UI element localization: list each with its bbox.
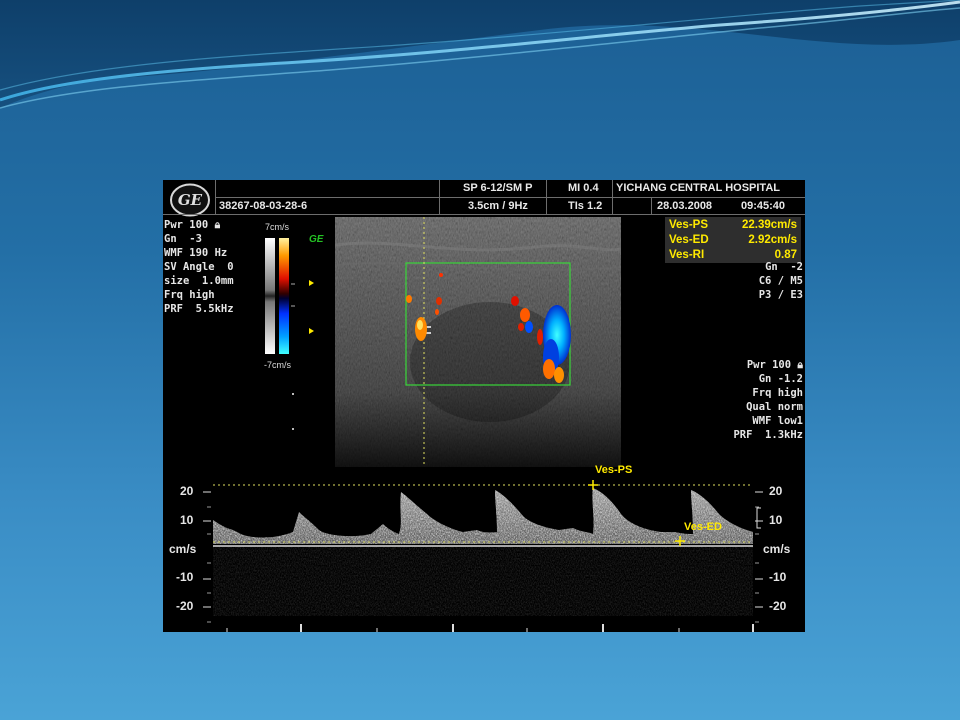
- probe-label: SP 6-12/SM P: [463, 182, 533, 194]
- ves-ps-marker-label: Ves-PS: [595, 464, 633, 476]
- ves-ps-marker: [588, 480, 598, 490]
- lock-icon: 🔒︎: [797, 359, 803, 371]
- exam-time: 09:45:40: [741, 200, 786, 212]
- left-param-size: size 1.0mm: [164, 275, 234, 287]
- left-param-sv-angle: SV Angle 0: [164, 261, 234, 273]
- spectral-doppler-trace: [203, 480, 763, 632]
- left-param-gain: Gn -3: [164, 233, 202, 245]
- right-param-gn: Gn -1.2: [758, 373, 803, 385]
- right-param-prf: PRF 1.3kHz: [733, 429, 803, 441]
- spectral-right-unit: cm/s: [763, 542, 791, 556]
- spectral-left-unit: cm/s: [169, 542, 197, 556]
- spectral-left-tick-neg10: -10: [176, 570, 194, 584]
- exam-date: 28.03.2008: [657, 200, 713, 212]
- hospital-name: YICHANG CENTRAL HOSPITAL: [616, 182, 780, 194]
- right-param-wmf: WMF low1: [752, 415, 803, 427]
- right-param-pwr: Pwr 100 🔒︎: [746, 359, 803, 371]
- color-velocity-bar: [265, 238, 314, 354]
- tis-label: TIs 1.2: [568, 200, 603, 212]
- bmode-doppler-image: [335, 217, 621, 467]
- color-bar-bottom-label: -7cm/s: [264, 360, 291, 370]
- measurement-panel: Ves-PS 22.39cm/s Ves-ED 2.92cm/s Ves-RI 0.8…: [665, 217, 801, 263]
- right-param-gain: Gn -2: [765, 261, 803, 273]
- ge-logo-letters: GE: [178, 191, 203, 209]
- right-param-qual: Qual norm: [746, 401, 803, 413]
- left-param-frq: Frq high: [164, 289, 215, 301]
- right-param-frq: Frq high: [752, 387, 803, 399]
- left-param-wmf: WMF 190 Hz: [164, 247, 228, 259]
- right-param-p3-e3: P3 / E3: [758, 289, 803, 301]
- mi-label: MI 0.4: [568, 182, 599, 194]
- right-param-c6-m5: C6 / M5: [758, 275, 803, 287]
- left-param-prf: PRF 5.5kHz: [164, 303, 234, 315]
- spectral-right-tick-neg10: -10: [769, 570, 787, 584]
- left-param-pwr: Pwr 100 🔒︎: [164, 219, 221, 231]
- spectral-left-tick-20: 20: [180, 484, 194, 498]
- spectral-right-tick-20: 20: [769, 484, 783, 498]
- spectral-right-tick-neg20: -20: [769, 599, 787, 613]
- ge-logo: GE: [170, 183, 210, 217]
- spectral-left-tick-neg20: -20: [176, 599, 194, 613]
- ultrasound-image: GE SP 6-12/SM P MI 0.4 YICHANG CENTRAL H…: [163, 180, 805, 632]
- lock-icon: 🔒︎: [214, 219, 221, 231]
- depth-ticks-left: [292, 393, 294, 430]
- patient-id: 38267-08-03-28-6: [219, 200, 308, 212]
- spectral-right-tick-10: 10: [769, 513, 783, 527]
- ves-ed-marker-label: Ves-ED: [684, 521, 722, 533]
- spectral-left-tick-10: 10: [180, 513, 194, 527]
- color-bar-top-label: 7cm/s: [265, 222, 290, 232]
- depth-frequency: 3.5cm / 9Hz: [468, 200, 528, 212]
